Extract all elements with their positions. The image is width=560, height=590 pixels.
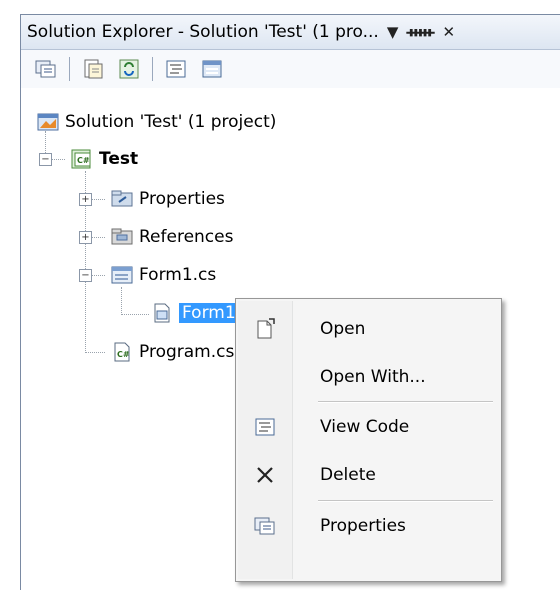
- expand-toggle[interactable]: +: [79, 193, 92, 206]
- tree-item-project[interactable]: C# Test: [71, 144, 138, 174]
- tree-item-label: Form1.cs: [139, 265, 217, 285]
- menu-item-view-code[interactable]: View Code: [238, 405, 499, 449]
- collapse-toggle[interactable]: −: [39, 153, 52, 166]
- csharp-project-icon: C#: [71, 149, 91, 169]
- tree-item-label: Program.cs: [139, 342, 235, 362]
- panel-title: Solution Explorer - Solution 'Test' (1 p…: [27, 22, 379, 42]
- auto-hide-pin-icon[interactable]: ᚔ: [406, 23, 434, 41]
- references-folder-icon: [111, 228, 133, 245]
- properties-folder-icon: [111, 190, 133, 207]
- properties-button[interactable]: [33, 56, 59, 82]
- menu-item-properties[interactable]: Properties: [238, 504, 499, 548]
- tree-item-form1[interactable]: Form1.cs: [111, 260, 216, 290]
- tree-line: [91, 275, 105, 276]
- tree-item-references[interactable]: References: [111, 222, 233, 252]
- tree-line: [91, 237, 105, 238]
- close-icon[interactable]: ✕: [442, 23, 455, 41]
- panel-title-bar[interactable]: Solution Explorer - Solution 'Test' (1 p…: [21, 15, 560, 50]
- toolbar-separator: [152, 57, 153, 81]
- menu-item-label: Open With...: [320, 367, 426, 387]
- show-all-files-button[interactable]: [80, 56, 106, 82]
- show-all-files-icon: [84, 59, 103, 79]
- menu-item-open-with[interactable]: Open With...: [238, 355, 499, 399]
- menu-item-label: Delete: [320, 465, 376, 485]
- tree-item-label: Solution 'Test' (1 project): [65, 112, 277, 132]
- solution-icon: [37, 113, 59, 131]
- tree-item-properties[interactable]: Properties: [111, 184, 225, 214]
- menu-item-label: Properties: [320, 516, 406, 536]
- collapse-toggle[interactable]: −: [79, 269, 92, 282]
- expand-toggle[interactable]: +: [79, 231, 92, 244]
- menu-separator: [318, 401, 493, 403]
- menu-item-delete[interactable]: Delete: [238, 453, 499, 497]
- tree-item-label: Test: [99, 149, 139, 169]
- tree-line: [51, 159, 65, 160]
- properties-icon: [35, 60, 56, 78]
- open-icon: [257, 318, 275, 339]
- tree-item-label: Properties: [139, 189, 225, 209]
- tree-line: [91, 199, 105, 200]
- refresh-button[interactable]: [116, 56, 142, 82]
- properties-icon: [254, 517, 275, 535]
- tree-item-program[interactable]: C# Program.cs: [111, 337, 234, 367]
- menu-item-label: Open: [320, 319, 366, 339]
- view-code-button[interactable]: [163, 56, 189, 82]
- csharp-file-icon: [154, 303, 170, 323]
- tree-line: [121, 287, 122, 315]
- tree-item-solution[interactable]: Solution 'Test' (1 project): [37, 107, 276, 137]
- form-icon: [111, 266, 133, 284]
- view-code-icon: [166, 60, 186, 78]
- view-code-icon: [255, 418, 275, 436]
- svg-text:C#: C#: [117, 350, 130, 359]
- menu-separator: [318, 500, 493, 502]
- tree-line: [85, 352, 105, 353]
- context-menu: Open Open With... View Code Delete Prope…: [235, 298, 502, 582]
- view-designer-icon: [202, 60, 222, 78]
- view-designer-button[interactable]: [199, 56, 225, 82]
- toolbar-separator: [69, 57, 70, 81]
- tree-line: [121, 314, 149, 315]
- refresh-icon: [119, 59, 139, 79]
- tree-item-label: References: [139, 227, 234, 247]
- solution-explorer-toolbar: [21, 50, 560, 88]
- menu-item-open[interactable]: Open: [238, 307, 499, 351]
- csharp-file-icon: C#: [114, 342, 130, 362]
- menu-item-label: View Code: [320, 417, 410, 437]
- window-position-dropdown-icon[interactable]: ▼: [387, 23, 399, 41]
- svg-text:C#: C#: [77, 156, 90, 165]
- delete-icon: [257, 467, 273, 483]
